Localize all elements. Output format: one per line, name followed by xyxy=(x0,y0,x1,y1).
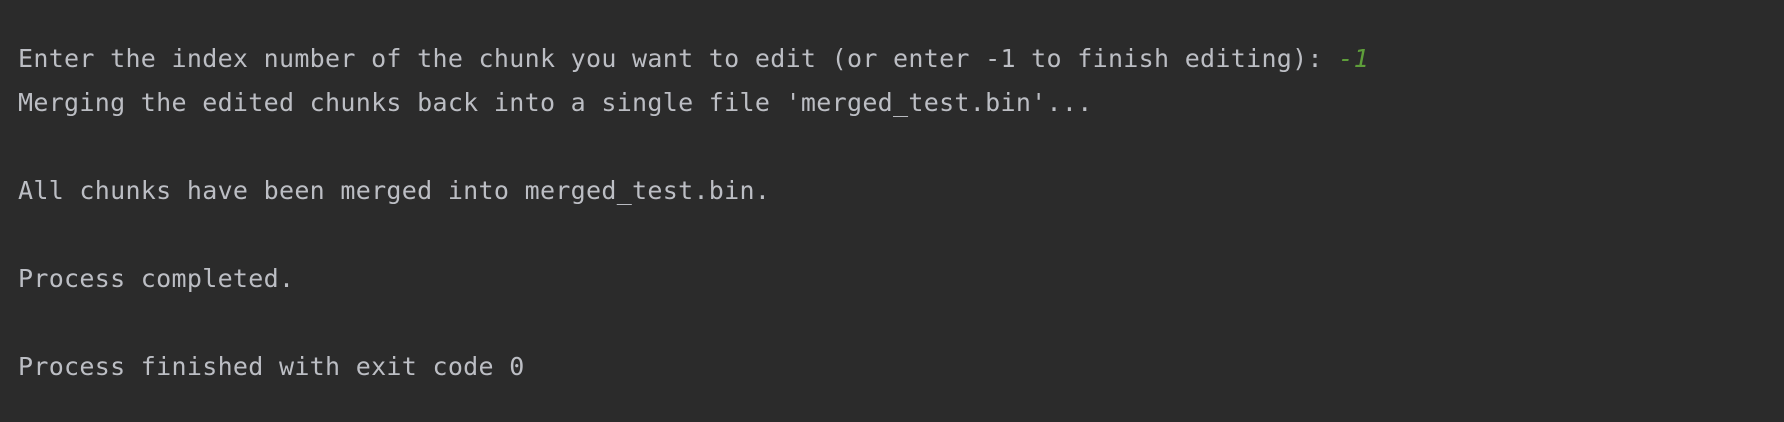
console-line-merged: All chunks have been merged into merged_… xyxy=(18,176,771,205)
user-input-echo: -1 xyxy=(1338,44,1369,73)
console-line-exit-code: Process finished with exit code 0 xyxy=(18,352,525,381)
console-line-prompt: Enter the index number of the chunk you … xyxy=(18,43,1369,75)
run-console-output[interactable]: Enter the index number of the chunk you … xyxy=(0,0,1784,422)
console-line-process-completed: Process completed. xyxy=(18,264,295,293)
console-line-merging: Merging the edited chunks back into a si… xyxy=(18,88,1093,117)
prompt-text: Enter the index number of the chunk you … xyxy=(18,44,1339,73)
